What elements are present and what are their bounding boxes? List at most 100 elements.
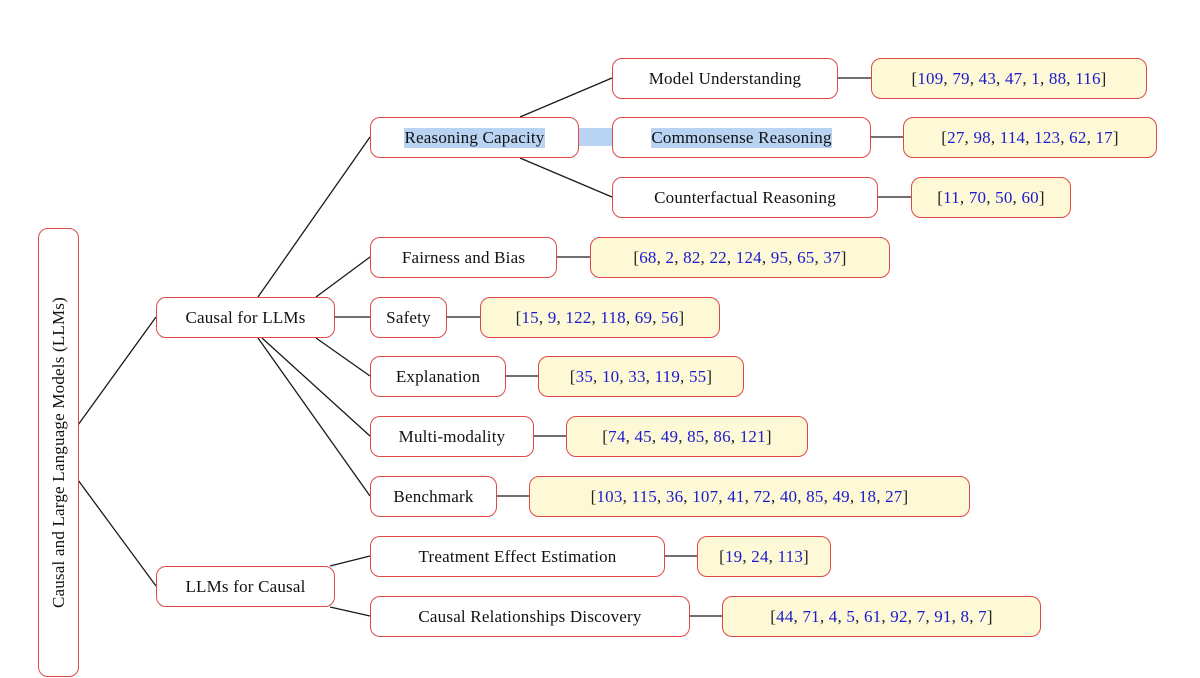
- separator: ,: [849, 486, 859, 506]
- citation-link[interactable]: 27: [885, 487, 902, 507]
- root-label: Causal and Large Language Models (LLMs): [48, 296, 68, 609]
- citation-link[interactable]: 40: [780, 487, 797, 507]
- separator: ,: [652, 307, 662, 327]
- topic-treatment-effect-estimation[interactable]: Treatment Effect Estimation: [370, 536, 665, 577]
- refs-treatment-effect-estimation[interactable]: [19, 24, 113]: [697, 536, 831, 577]
- subtopic-model-understanding[interactable]: Model Understanding: [612, 58, 838, 99]
- refs-fairness-and-bias[interactable]: [68, 2, 82, 22, 124, 95, 65, 37]: [590, 237, 890, 278]
- citation-link[interactable]: 35: [576, 367, 593, 387]
- citation-link[interactable]: 85: [687, 427, 704, 447]
- citation-link[interactable]: 7: [978, 607, 987, 627]
- citation-link[interactable]: 88: [1049, 69, 1066, 89]
- citation-link[interactable]: 37: [823, 248, 840, 268]
- citation-link[interactable]: 85: [806, 487, 823, 507]
- citation-link[interactable]: 47: [1005, 69, 1022, 89]
- citation-link[interactable]: 70: [969, 188, 986, 208]
- citation-link[interactable]: 69: [635, 308, 652, 328]
- citation-link[interactable]: 98: [973, 128, 990, 148]
- refs-multi-modality[interactable]: [74, 45, 49, 85, 86, 121]: [566, 416, 808, 457]
- citation-link[interactable]: 118: [600, 308, 625, 328]
- citation-link[interactable]: 9: [548, 308, 557, 328]
- citation-link[interactable]: 27: [947, 128, 964, 148]
- separator: ,: [744, 486, 754, 506]
- topic-fairness-and-bias[interactable]: Fairness and Bias: [370, 237, 557, 278]
- citation-link[interactable]: 4: [829, 607, 838, 627]
- separator: ,: [876, 486, 886, 506]
- citation-link[interactable]: 61: [864, 607, 881, 627]
- citation-link[interactable]: 79: [952, 69, 969, 89]
- refs-benchmark[interactable]: [103, 115, 36, 107, 41, 72, 40, 85, 49, …: [529, 476, 970, 517]
- citation-link[interactable]: 115: [632, 487, 657, 507]
- citation-link[interactable]: 92: [890, 607, 907, 627]
- refs-causal-relationships-discovery[interactable]: [44, 71, 4, 5, 61, 92, 7, 91, 8, 7]: [722, 596, 1041, 637]
- branch-llms-for-causal[interactable]: LLMs for Causal: [156, 566, 335, 607]
- citation-link[interactable]: 121: [740, 427, 766, 447]
- citation-link[interactable]: 74: [608, 427, 625, 447]
- citation-link[interactable]: 124: [736, 248, 762, 268]
- topic-benchmark[interactable]: Benchmark: [370, 476, 497, 517]
- citation-link[interactable]: 50: [995, 188, 1012, 208]
- citation-link[interactable]: 113: [778, 547, 803, 567]
- subtopic-counterfactual-reasoning[interactable]: Counterfactual Reasoning: [612, 177, 878, 218]
- refs-safety[interactable]: [15, 9, 122, 118, 69, 56]: [480, 297, 720, 338]
- citation-link[interactable]: 116: [1075, 69, 1100, 89]
- citation-link[interactable]: 11: [943, 188, 960, 208]
- citation-link[interactable]: 10: [602, 367, 619, 387]
- citation-link[interactable]: 68: [639, 248, 656, 268]
- separator: ,: [593, 366, 602, 386]
- branch-causal-for-llms[interactable]: Causal for LLMs: [156, 297, 335, 338]
- citation-link[interactable]: 72: [754, 487, 771, 507]
- citation-link[interactable]: 65: [797, 248, 814, 268]
- citation-link[interactable]: 60: [1021, 188, 1038, 208]
- topic-reasoning-capacity[interactable]: Reasoning Capacity: [370, 117, 579, 158]
- citation-link[interactable]: 56: [661, 308, 678, 328]
- citation-link[interactable]: 22: [709, 248, 726, 268]
- bracket-close: ]: [765, 426, 772, 446]
- citation-link[interactable]: 62: [1069, 128, 1086, 148]
- citation-link[interactable]: 82: [683, 248, 700, 268]
- separator: ,: [951, 606, 961, 626]
- citation-link[interactable]: 114: [1000, 128, 1025, 148]
- refs-explanation[interactable]: [35, 10, 33, 119, 55]: [538, 356, 744, 397]
- citation-link[interactable]: 2: [666, 248, 675, 268]
- citation-link[interactable]: 18: [859, 487, 876, 507]
- citation-link[interactable]: 95: [771, 248, 788, 268]
- citation-link[interactable]: 86: [713, 427, 730, 447]
- citation-link[interactable]: 1: [1031, 69, 1040, 89]
- citation-link[interactable]: 7: [917, 607, 926, 627]
- citation-link[interactable]: 119: [655, 367, 680, 387]
- topic-multi-modality[interactable]: Multi-modality: [370, 416, 534, 457]
- root-node[interactable]: Causal and Large Language Models (LLMs): [38, 228, 79, 677]
- topic-safety[interactable]: Safety: [370, 297, 447, 338]
- citation-link[interactable]: 41: [727, 487, 744, 507]
- citation-link[interactable]: 33: [628, 367, 645, 387]
- citation-link[interactable]: 19: [725, 547, 742, 567]
- citation-link[interactable]: 36: [666, 487, 683, 507]
- bracket-close: ]: [706, 366, 713, 386]
- refs-model-understanding[interactable]: [109, 79, 43, 47, 1, 88, 116]: [871, 58, 1147, 99]
- citation-link[interactable]: 91: [934, 607, 951, 627]
- citation-link[interactable]: 55: [689, 367, 706, 387]
- citation-link[interactable]: 8: [961, 607, 970, 627]
- topic-explanation[interactable]: Explanation: [370, 356, 506, 397]
- citation-link[interactable]: 109: [917, 69, 943, 89]
- citation-link[interactable]: 49: [832, 487, 849, 507]
- citation-link[interactable]: 17: [1095, 128, 1112, 148]
- citation-link[interactable]: 122: [565, 308, 591, 328]
- citation-link[interactable]: 71: [802, 607, 819, 627]
- refs-counterfactual-reasoning[interactable]: [11, 70, 50, 60]: [911, 177, 1071, 218]
- citation-link[interactable]: 5: [846, 607, 855, 627]
- refs-commonsense-reasoning[interactable]: [27, 98, 114, 123, 62, 17]: [903, 117, 1157, 158]
- citation-link[interactable]: 107: [692, 487, 718, 507]
- citation-link[interactable]: 24: [751, 547, 768, 567]
- citation-link[interactable]: 44: [776, 607, 793, 627]
- citation-link[interactable]: 45: [634, 427, 651, 447]
- citation-link[interactable]: 49: [661, 427, 678, 447]
- topic-causal-relationships-discovery[interactable]: Causal Relationships Discovery: [370, 596, 690, 637]
- citation-link[interactable]: 15: [521, 308, 538, 328]
- subtopic-commonsense-reasoning[interactable]: Commonsense Reasoning: [612, 117, 871, 158]
- citation-link[interactable]: 103: [596, 487, 622, 507]
- citation-link[interactable]: 123: [1034, 128, 1060, 148]
- citation-link[interactable]: 43: [979, 69, 996, 89]
- separator: ,: [855, 606, 864, 626]
